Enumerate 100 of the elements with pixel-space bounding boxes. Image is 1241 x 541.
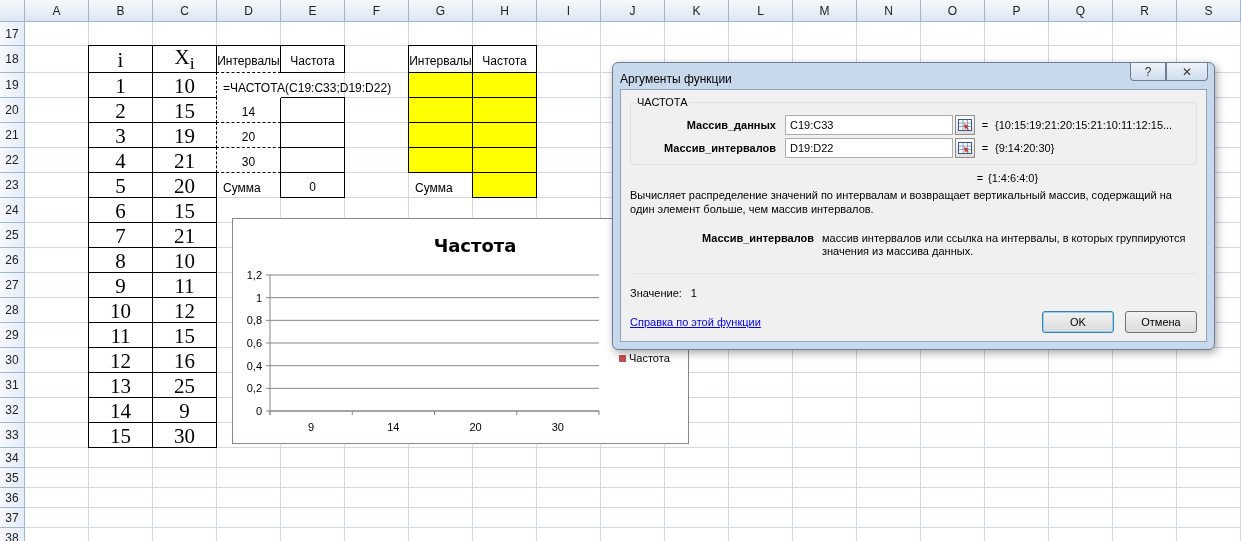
axis-label: 14 (387, 421, 400, 433)
row-header[interactable]: 23 (0, 173, 25, 198)
column-header[interactable]: I (537, 0, 601, 22)
dialog-button[interactable]: OK (1042, 311, 1114, 333)
value-text: 1 (690, 287, 697, 299)
argument-field[interactable]: D19:D22 (785, 138, 953, 158)
argument-label: Массив_данных (685, 119, 777, 131)
cell-text: 25 (174, 372, 195, 399)
row-header[interactable]: 31 (0, 373, 25, 398)
column-header[interactable]: O (921, 0, 985, 22)
row-header[interactable]: 33 (0, 423, 25, 448)
cell-text: Сумма (223, 179, 261, 195)
cell-text: 3 (115, 122, 126, 149)
cell-text: 1 (115, 72, 126, 99)
argument-label: Массив_интервалов (663, 142, 777, 154)
argument-field[interactable]: C19:C33 (785, 115, 953, 135)
cell-text: =ЧАСТОТА(C19:C33;D19:D22) (223, 79, 392, 95)
axis-label: 1,2 (246, 269, 262, 281)
row-header[interactable]: 19 (0, 73, 25, 98)
cell-text: i (117, 46, 124, 73)
row-header[interactable]: 36 (0, 488, 25, 508)
value-label: Значение: (630, 287, 682, 299)
cell-text: 12 (174, 297, 195, 324)
cell-text: 0 (309, 179, 316, 194)
help-button[interactable]: ? (1130, 63, 1166, 81)
column-header[interactable]: P (985, 0, 1049, 22)
close-button[interactable]: ✕ (1166, 63, 1208, 81)
column-header[interactable]: N (857, 0, 921, 22)
row-header[interactable]: 35 (0, 468, 25, 488)
formula-result: {1:4:6:4:0} (988, 172, 1040, 184)
equals-sign: = (976, 172, 984, 184)
row-header[interactable]: 34 (0, 448, 25, 468)
row-header[interactable]: 29 (0, 323, 25, 348)
column-header[interactable]: K (665, 0, 729, 22)
dialog-button[interactable]: Отмена (1125, 311, 1197, 333)
column-header[interactable]: M (793, 0, 857, 22)
cell-text: 4 (115, 147, 126, 174)
dialog-title: Аргументы функции (620, 72, 732, 86)
column-header[interactable]: D (217, 0, 281, 22)
cell-text: Интервалы (217, 53, 280, 68)
column-header[interactable]: L (729, 0, 793, 22)
row-header[interactable]: 32 (0, 398, 25, 423)
column-header[interactable]: B (89, 0, 153, 22)
cell-text: 30 (174, 422, 195, 449)
cell-text: 12 (110, 347, 131, 374)
cell-text: 21 (174, 222, 195, 249)
row-header[interactable]: 21 (0, 123, 25, 148)
column-header[interactable]: Q (1049, 0, 1113, 22)
row-header[interactable]: 37 (0, 508, 25, 528)
cell-text: 11 (110, 322, 131, 349)
cell-text: 14 (110, 397, 131, 424)
row-header[interactable]: 25 (0, 223, 25, 248)
column-header[interactable]: R (1113, 0, 1177, 22)
cell-text: 9 (179, 397, 190, 424)
column-header[interactable]: C (153, 0, 217, 22)
row-header[interactable]: 20 (0, 98, 25, 123)
equals-sign: = (981, 142, 989, 154)
legend-label: Частота (629, 352, 670, 364)
argument-result: {10:15:19:21:20:15:21:10:11:12:15... (995, 119, 1174, 131)
column-header[interactable]: F (345, 0, 409, 22)
cell-text: X$_{i}$ (174, 44, 195, 75)
range-picker-icon (958, 142, 972, 154)
help-link[interactable]: Справка по этой функции (630, 316, 761, 328)
axis-label: 30 (551, 421, 564, 433)
column-header[interactable]: E (281, 0, 345, 22)
cell-text: Частота (482, 53, 527, 68)
cell-text: 13 (110, 372, 131, 399)
cell-text: 6 (115, 197, 126, 224)
chart-title: Частота (433, 235, 517, 256)
row-header[interactable]: 27 (0, 273, 25, 298)
axis-label: 20 (469, 421, 482, 433)
row-header[interactable]: 18 (0, 46, 25, 73)
cell-text: 11 (174, 272, 195, 299)
cell-text: 5 (115, 172, 126, 199)
function-description: Вычисляет распределение значений по интервалам и возвращает вертикальный массив, содержащий на один элемент больше, чем массив интервалов. (630, 188, 1173, 216)
column-header[interactable]: G (409, 0, 473, 22)
row-header[interactable]: 38 (0, 528, 25, 541)
cell-text: 14 (241, 104, 256, 119)
cell-text: Частота (290, 53, 335, 68)
range-picker-button[interactable] (955, 115, 975, 135)
column-header[interactable]: A (25, 0, 89, 22)
column-header[interactable]: H (473, 0, 537, 22)
column-header[interactable]: J (601, 0, 665, 22)
axis-label: 0,2 (246, 382, 262, 395)
range-picker-button[interactable] (955, 138, 975, 158)
row-header[interactable]: 24 (0, 198, 25, 223)
argument-result: {9:14:20:30} (995, 142, 1056, 154)
column-header[interactable]: S (1177, 0, 1241, 22)
cell-text: 2 (115, 97, 126, 124)
row-header[interactable]: 22 (0, 148, 25, 173)
row-header[interactable]: 17 (0, 22, 25, 46)
axis-label: 1 (255, 291, 262, 304)
row-header[interactable]: 28 (0, 298, 25, 323)
cell-text: 10 (174, 72, 195, 99)
cell-text: Сумма (415, 179, 453, 195)
range-picker-icon (958, 119, 972, 131)
row-header[interactable]: 26 (0, 248, 25, 273)
argument-help-text: массив интервалов или ссылка на интервалы, в которых группируются значения из массива данных. (822, 232, 1187, 258)
row-header[interactable]: 30 (0, 348, 25, 373)
equals-sign: = (981, 119, 989, 131)
